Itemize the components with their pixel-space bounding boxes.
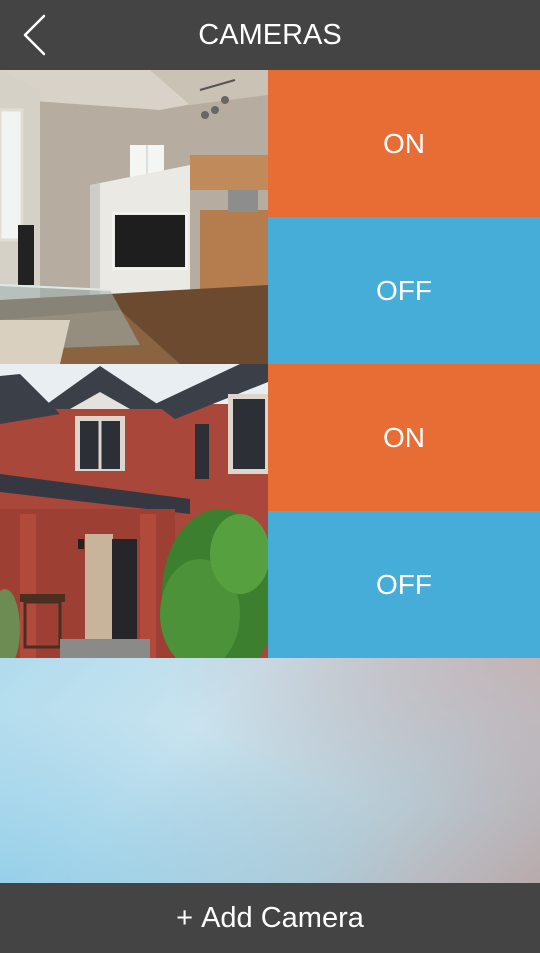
camera-1-off-button[interactable]: OFF <box>268 217 540 364</box>
add-camera-button[interactable]: + Add Camera <box>0 883 540 953</box>
on-label: ON <box>383 127 425 159</box>
camera-2-thumbnail[interactable] <box>0 364 268 658</box>
camera-2-on-button[interactable]: ON <box>268 364 540 511</box>
plus-icon: + <box>176 901 194 934</box>
add-camera-label: Add Camera <box>201 901 364 934</box>
off-label: OFF <box>376 568 432 600</box>
off-label: OFF <box>376 274 432 306</box>
house-exterior-image <box>0 364 268 658</box>
page-title: CAMERAS <box>198 18 342 51</box>
back-button[interactable] <box>14 12 54 58</box>
camera-2-off-button[interactable]: OFF <box>268 511 540 658</box>
living-room-image <box>0 70 268 364</box>
top-bar: CAMERAS <box>0 0 540 70</box>
camera-row-1: ON OFF <box>0 70 540 364</box>
on-label: ON <box>383 421 425 453</box>
empty-background <box>0 658 540 883</box>
camera-1-on-button[interactable]: ON <box>268 70 540 217</box>
camera-1-thumbnail[interactable] <box>0 70 268 364</box>
chevron-left-icon <box>23 14 46 56</box>
camera-row-2: ON OFF <box>0 364 540 658</box>
